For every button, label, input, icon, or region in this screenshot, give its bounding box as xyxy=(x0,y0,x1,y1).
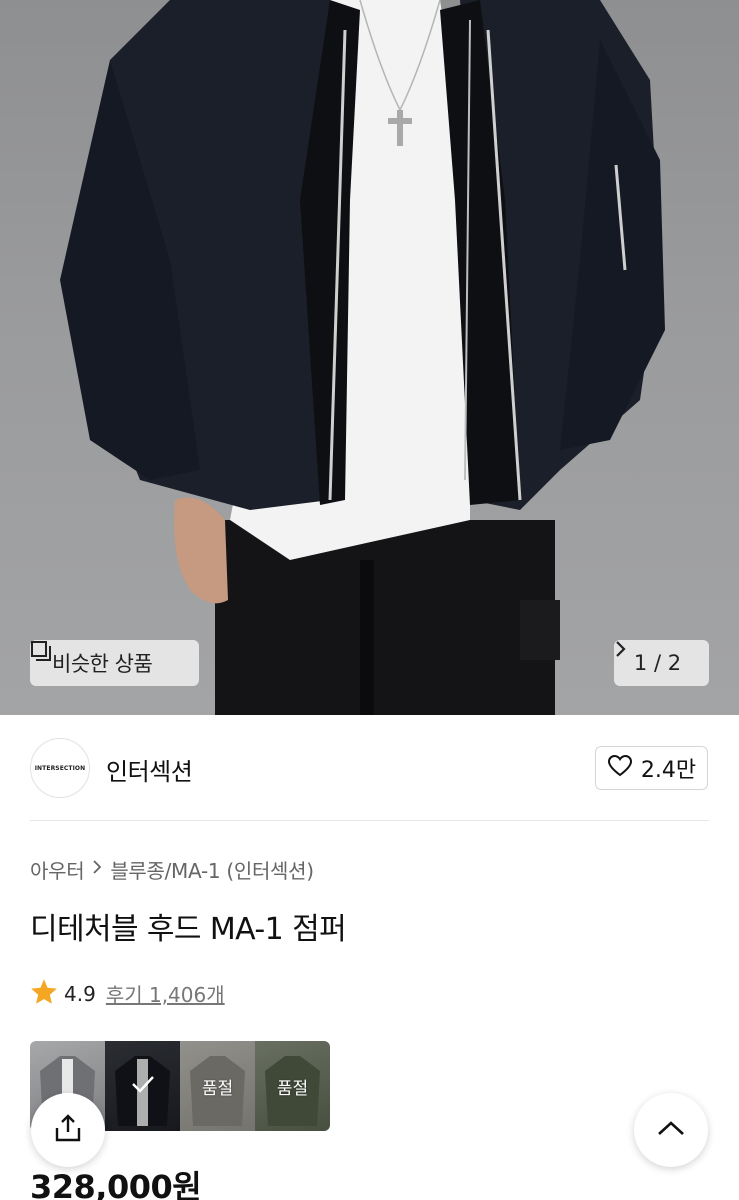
soldout-label: 품절 xyxy=(276,1078,309,1099)
product-title: 디테처블 후드 MA-1 점퍼 xyxy=(30,912,347,947)
jacket-photo xyxy=(60,0,665,715)
brand-name[interactable]: 인터섹션 xyxy=(106,752,193,787)
share-button[interactable] xyxy=(31,1093,105,1167)
color-option-beige[interactable]: 품절 xyxy=(180,1041,255,1131)
reviews-link[interactable]: 후기 1,406개 xyxy=(106,979,225,1008)
similar-products-label: 비슷한 상품 xyxy=(52,652,153,676)
product-price: 328,000원 xyxy=(30,1168,202,1200)
image-counter-button[interactable]: 1 / 2 xyxy=(614,640,709,686)
breadcrumb-item-category[interactable]: 아우터 xyxy=(30,855,85,884)
heart-outline-icon xyxy=(607,754,633,782)
brand-logo-text: INTERSECTION xyxy=(34,764,86,772)
scroll-top-button[interactable] xyxy=(634,1093,708,1167)
soldout-label: 품절 xyxy=(201,1078,234,1099)
image-counter: 1 / 2 xyxy=(633,651,682,675)
breadcrumb-item-subcategory[interactable]: 블루종/MA-1 (인터섹션) xyxy=(110,855,314,884)
color-option-black[interactable] xyxy=(105,1041,180,1131)
similar-products-button[interactable]: 비슷한 상품 xyxy=(30,640,199,686)
color-option-khaki[interactable]: 품절 xyxy=(255,1041,330,1131)
share-icon xyxy=(53,1113,83,1147)
star-icon xyxy=(30,978,58,1009)
like-count: 2.4만 xyxy=(640,758,697,783)
checkmark-icon xyxy=(131,1075,155,1097)
divider xyxy=(30,820,709,821)
product-hero-image[interactable]: 비슷한 상품 1 / 2 xyxy=(0,0,739,715)
rating-score: 4.9 xyxy=(64,981,96,1006)
soldout-overlay: 품절 xyxy=(255,1041,330,1131)
chevron-right-icon xyxy=(92,859,102,880)
rating-row: 4.9 후기 1,406개 xyxy=(30,978,225,1009)
like-button[interactable]: 2.4만 xyxy=(595,746,708,790)
selected-check xyxy=(105,1041,180,1131)
soldout-overlay: 품절 xyxy=(180,1041,255,1131)
brand-logo[interactable]: INTERSECTION xyxy=(30,738,90,798)
chevron-up-icon xyxy=(657,1120,685,1140)
breadcrumb: 아우터 블루종/MA-1 (인터섹션) xyxy=(30,855,314,884)
